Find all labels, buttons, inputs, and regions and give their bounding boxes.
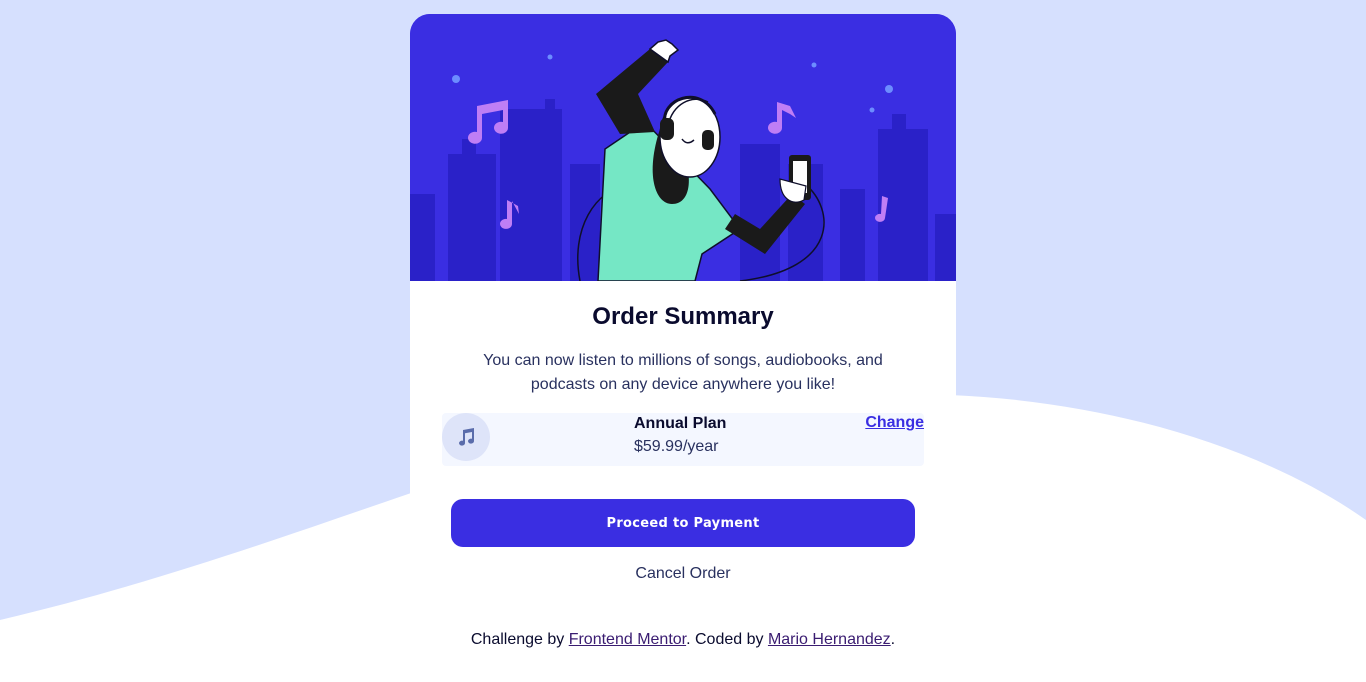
hero-illustration: [410, 14, 956, 281]
proceed-to-payment-button[interactable]: Proceed to Payment: [451, 499, 915, 547]
frontend-mentor-link[interactable]: Frontend Mentor: [569, 631, 686, 648]
plan-name: Annual Plan: [634, 415, 727, 432]
change-plan-link[interactable]: Change: [865, 414, 924, 432]
attribution-suffix: .: [890, 631, 896, 648]
attribution-prefix: Challenge by: [470, 631, 569, 648]
description-text: You can now listen to millions of songs,…: [483, 352, 883, 393]
plan-summary: Annual Plan $59.99/year Change: [442, 413, 924, 466]
cancel-order-button[interactable]: Cancel Order: [410, 565, 956, 583]
music-note-icon: [442, 413, 490, 461]
attribution-middle: . Coded by: [686, 631, 768, 648]
attribution: Challenge by Frontend Mentor. Coded by M…: [0, 631, 1366, 649]
plan-price: $59.99/year: [634, 438, 719, 455]
author-link[interactable]: Mario Hernandez: [768, 631, 891, 648]
order-summary-card: Order Summary You can now listen to mill…: [410, 14, 956, 598]
page-title: Order Summary: [592, 303, 774, 330]
